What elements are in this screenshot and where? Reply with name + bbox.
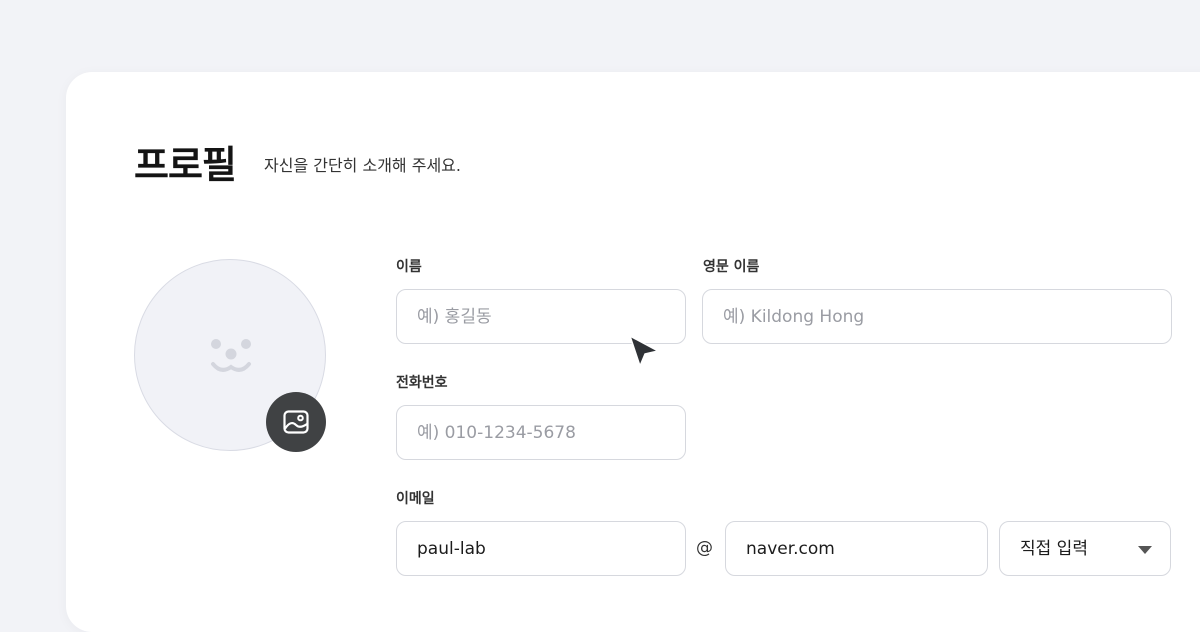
english-name-input[interactable] [702, 289, 1172, 344]
phone-input[interactable] [396, 405, 686, 460]
email-at-sign: @ [696, 538, 713, 558]
name-label: 이름 [396, 259, 422, 275]
email-label: 이메일 [396, 491, 435, 507]
smile-face-icon [211, 339, 251, 372]
email-domain-select-value: 직접 입력 [1020, 539, 1088, 559]
caret-down-icon [1138, 546, 1152, 554]
image-icon [283, 410, 309, 434]
phone-label: 전화번호 [396, 375, 448, 391]
page-title: 프로필 [134, 143, 237, 187]
upload-photo-button[interactable] [266, 392, 326, 452]
page-subtitle: 자신을 간단히 소개해 주세요. [264, 156, 461, 175]
mouse-cursor-icon [629, 335, 659, 367]
english-name-label: 영문 이름 [703, 259, 760, 275]
email-domain-select[interactable]: 직접 입력 [999, 521, 1171, 576]
email-local-input[interactable] [396, 521, 686, 576]
email-domain-input[interactable] [725, 521, 988, 576]
